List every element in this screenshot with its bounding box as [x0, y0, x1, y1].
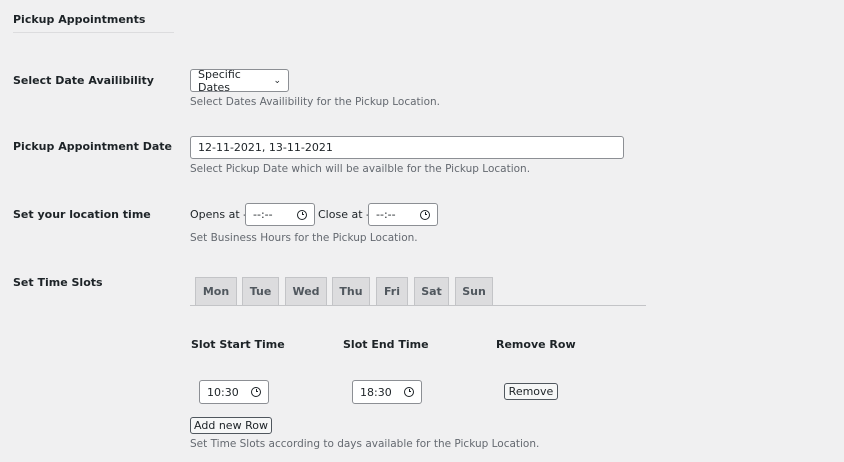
location-time-label: Set your location time [13, 208, 151, 221]
tabs-divider [190, 305, 646, 306]
col-remove-row: Remove Row [496, 338, 576, 351]
tab-tue[interactable]: Tue [242, 277, 279, 305]
time-value: --:-- [376, 208, 396, 221]
clock-icon [297, 209, 307, 220]
clock-icon [420, 209, 430, 220]
date-availability-label: Select Date Availibility [13, 74, 154, 87]
time-value: 10:30 [207, 385, 239, 399]
date-availability-help: Select Dates Availibility for the Pickup… [190, 96, 440, 108]
time-slots-help: Set Time Slots according to days availab… [190, 438, 540, 450]
select-value: Specific Dates [198, 67, 241, 94]
time-value: 18:30 [360, 385, 392, 399]
section-title: Pickup Appointments [13, 13, 146, 26]
opens-at-time-input[interactable]: --:-- [245, 203, 315, 226]
clock-icon [404, 387, 414, 397]
tab-sat[interactable]: Sat [414, 277, 449, 305]
tab-wed[interactable]: Wed [285, 277, 327, 305]
tab-thu[interactable]: Thu [332, 277, 370, 305]
appointment-date-label: Pickup Appointment Date [13, 140, 172, 153]
location-time-help: Set Business Hours for the Pickup Locati… [190, 232, 418, 244]
appointment-date-help: Select Pickup Date which will be availbl… [190, 163, 531, 175]
tab-mon[interactable]: Mon [195, 277, 237, 305]
close-at-time-input[interactable]: --:-- [368, 203, 438, 226]
col-slot-end: Slot End Time [343, 338, 429, 351]
slot-end-time-input[interactable]: 18:30 [352, 380, 422, 404]
add-new-row-button[interactable]: Add new Row [190, 417, 272, 434]
appointment-date-input[interactable]: 12-11-2021, 13-11-2021 [190, 136, 624, 159]
chevron-down-icon: ⌄ [273, 75, 281, 86]
col-slot-start: Slot Start Time [191, 338, 285, 351]
opens-at-label: Opens at - [190, 208, 248, 221]
remove-row-button[interactable]: Remove [504, 383, 558, 400]
slot-start-time-input[interactable]: 10:30 [199, 380, 269, 404]
tab-sun[interactable]: Sun [455, 277, 493, 305]
divider [13, 32, 174, 33]
date-availability-select[interactable]: Specific Dates ⌄ [190, 67, 289, 94]
clock-icon [251, 387, 261, 397]
tab-fri[interactable]: Fri [376, 277, 408, 305]
close-at-label: Close at - [318, 208, 370, 221]
time-value: --:-- [253, 208, 273, 221]
time-slots-label: Set Time Slots [13, 276, 103, 289]
